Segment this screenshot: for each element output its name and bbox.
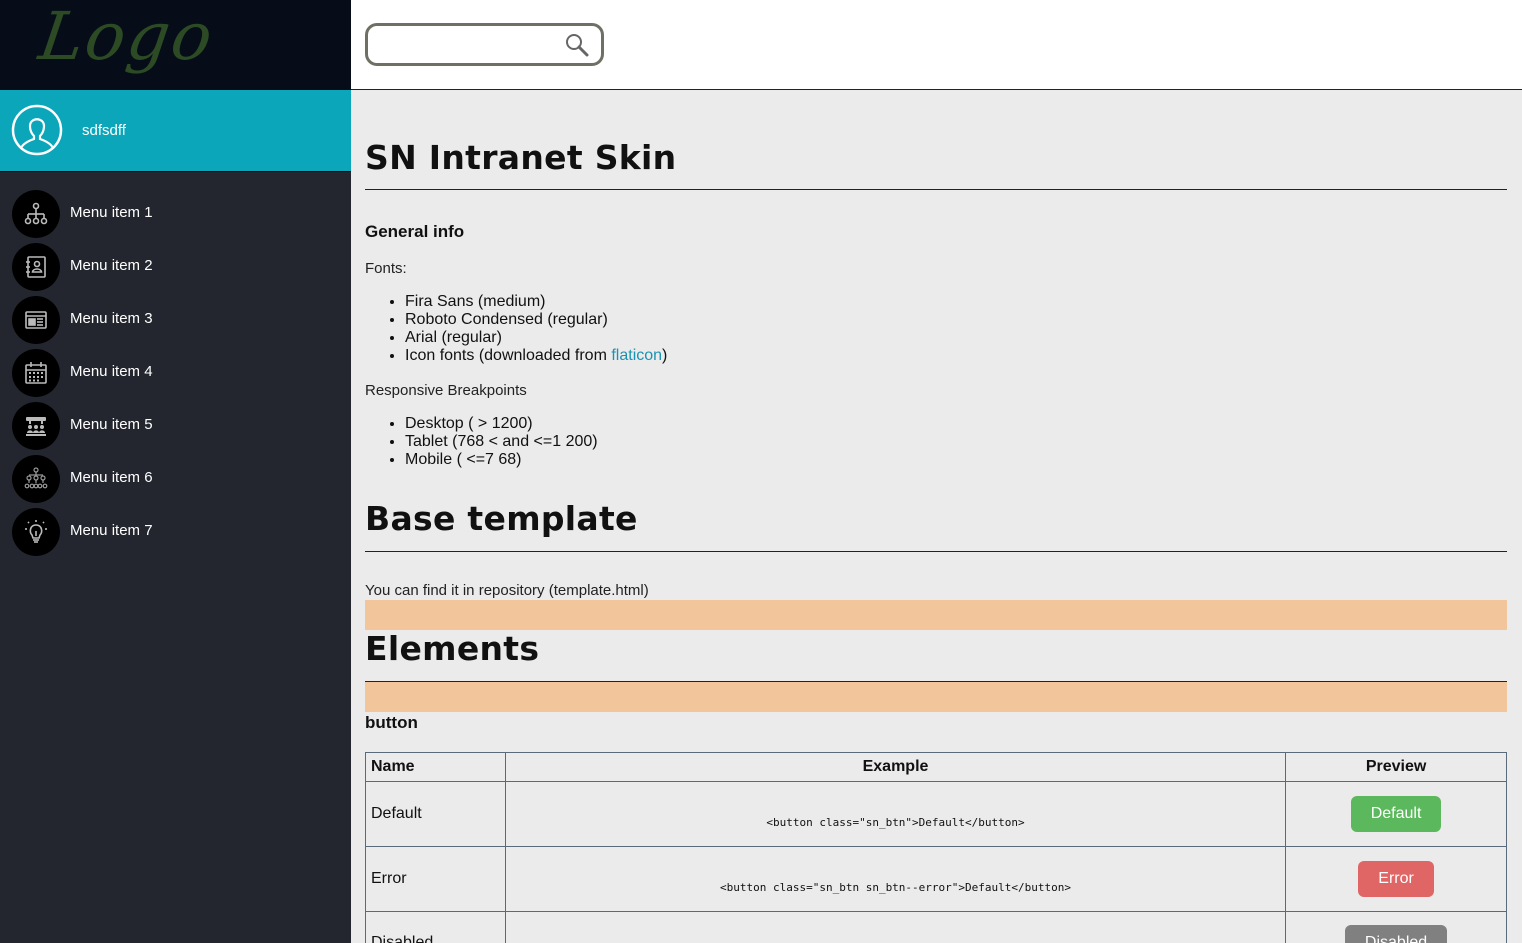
icon-fonts-suffix: ): [662, 347, 668, 364]
top-header: [351, 0, 1522, 90]
meeting-icon: [12, 402, 60, 450]
page-title: SN Intranet Skin: [365, 138, 677, 177]
disabled-button: Disabled: [1344, 925, 1448, 943]
table-row: Error <button class="sn_btn sn_btn--erro…: [365, 846, 1507, 912]
sidebar-item-label: Menu item 6: [70, 469, 153, 486]
list-item: Roboto Condensed (regular): [405, 311, 667, 329]
lightbulb-icon: [12, 508, 60, 556]
contact-book-icon: [12, 243, 60, 291]
sidebar-item-1[interactable]: Menu item 1: [0, 189, 351, 238]
list-item: Arial (regular): [405, 329, 667, 347]
column-header: Example: [504, 752, 1287, 782]
code-example: <button class="sn_btn sn_btn--error">Def…: [720, 881, 1071, 894]
username: sdfsdff: [82, 122, 126, 139]
column-header: Name: [365, 752, 506, 782]
row-name: Default: [365, 781, 506, 847]
sidebar-item-label: Menu item 4: [70, 363, 153, 380]
list-item: Desktop ( > 1200): [405, 415, 598, 433]
icon-fonts-prefix: Icon fonts (downloaded from: [405, 347, 612, 364]
sidebar-item-5[interactable]: Menu item 5: [0, 401, 351, 450]
highlight-bar: [365, 600, 1507, 630]
base-template-text: You can find it in repository (template.…: [365, 582, 649, 599]
list-item: Mobile ( <=7 68): [405, 451, 598, 469]
sidebar-item-label: Menu item 7: [70, 522, 153, 539]
sidebar-item-6[interactable]: Menu item 6: [0, 454, 351, 503]
default-button[interactable]: Default: [1350, 796, 1442, 832]
list-item: Fira Sans (medium): [405, 293, 667, 311]
fonts-list: Fira Sans (medium) Roboto Condensed (reg…: [405, 293, 667, 365]
list-item: Tablet (768 < and <=1 200): [405, 433, 598, 451]
list-item: Icon fonts (downloaded from flaticon): [405, 347, 667, 365]
sidebar-item-3[interactable]: Menu item 3: [0, 295, 351, 344]
fonts-label: Fonts:: [365, 260, 407, 277]
calendar-icon: [12, 349, 60, 397]
logo-area[interactable]: Logo: [0, 0, 351, 89]
main-content: SN Intranet Skin General info Fonts: Fir…: [365, 90, 1507, 943]
table-row: Default <button class="sn_btn">Default</…: [365, 781, 1507, 847]
code-example: <button class="sn_btn">Default</button>: [766, 816, 1025, 829]
button-heading: button: [365, 713, 418, 732]
sidebar-item-7[interactable]: Menu item 7: [0, 507, 351, 556]
breakpoints-label: Responsive Breakpoints: [365, 382, 527, 399]
newspaper-icon: [12, 296, 60, 344]
search-icon[interactable]: [565, 33, 589, 57]
table-row: Disabled Disabled: [365, 911, 1507, 943]
flaticon-link[interactable]: flaticon: [611, 347, 662, 364]
breakpoints-list: Desktop ( > 1200) Tablet (768 < and <=1 …: [405, 415, 598, 469]
general-info-heading: General info: [365, 222, 465, 241]
row-name: Error: [365, 846, 506, 912]
base-template-heading: Base template: [365, 499, 638, 538]
user-profile-bar[interactable]: sdfsdff: [0, 89, 351, 172]
sidebar: Logo sdfsdff Menu item 1 Menu item 2 Men…: [0, 0, 351, 943]
sitemap-icon: [12, 190, 60, 238]
sidebar-item-label: Menu item 1: [70, 204, 153, 221]
org-chart-icon: [12, 455, 60, 503]
table-header-row: Name Example Preview: [365, 752, 1507, 782]
button-table: Name Example Preview Default <button cla…: [365, 752, 1507, 943]
sidebar-item-label: Menu item 5: [70, 416, 153, 433]
divider: [365, 189, 1507, 190]
highlight-bar: [365, 682, 1507, 712]
sidebar-item-label: Menu item 3: [70, 310, 153, 327]
divider: [365, 551, 1507, 552]
sidebar-item-4[interactable]: Menu item 4: [0, 348, 351, 397]
search-input[interactable]: [376, 32, 556, 58]
column-header: Preview: [1285, 752, 1507, 782]
search-box[interactable]: [365, 23, 604, 66]
elements-heading: Elements: [365, 629, 540, 668]
user-avatar-icon[interactable]: [11, 104, 63, 156]
error-button[interactable]: Error: [1358, 861, 1434, 897]
sidebar-item-label: Menu item 2: [70, 257, 153, 274]
logo[interactable]: Logo: [35, 0, 219, 75]
sidebar-item-2[interactable]: Menu item 2: [0, 242, 351, 291]
row-name: Disabled: [365, 911, 506, 943]
